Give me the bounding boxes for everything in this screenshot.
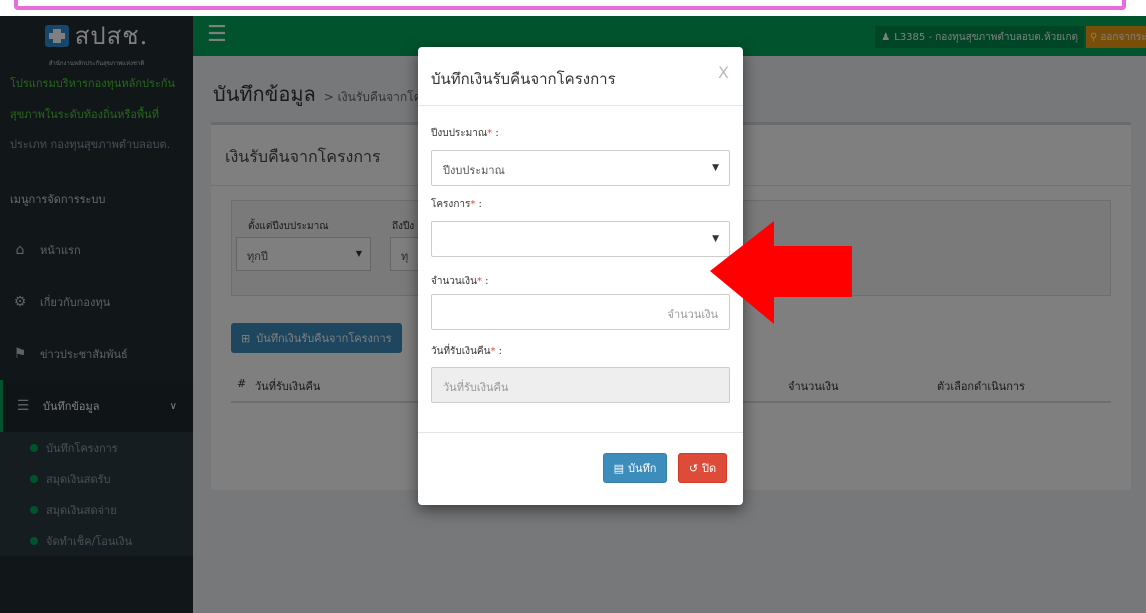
project-label: โครงการ* : (431, 199, 482, 210)
modal-title: บันทึกเงินรับคืนจากโครงการ (431, 70, 616, 88)
date-placeholder: วันที่รับเงินคืน (443, 381, 509, 394)
floppy-icon: ▤ (613, 461, 624, 475)
amount-input[interactable]: จำนวนเงิน (431, 294, 730, 330)
date-input[interactable]: วันที่รับเงินคืน (431, 367, 730, 403)
caret-down-icon: ▼ (712, 163, 719, 173)
fiscal-year-label: ปีงบประมาณ* : (431, 128, 499, 139)
project-select[interactable]: ▼ (431, 221, 730, 257)
save-button[interactable]: ▤ บันทึก (603, 453, 667, 483)
refund-modal: บันทึกเงินรับคืนจากโครงการ X ปีงบประมาณ*… (418, 47, 743, 505)
close-label: ปิด (702, 462, 717, 475)
modal-header: บันทึกเงินรับคืนจากโครงการ X (418, 47, 743, 106)
annotation-box (14, 0, 1126, 10)
amount-label: จำนวนเงิน* : (431, 276, 489, 287)
undo-icon: ↺ (688, 461, 699, 475)
fiscal-year-select[interactable]: ปีงบประมาณ ▼ (431, 150, 730, 186)
save-label: บันทึก (627, 462, 657, 475)
red-arrow-icon (710, 221, 852, 324)
close-icon[interactable]: X (718, 63, 729, 82)
divider (418, 432, 743, 433)
date-label: วันที่รับเงินคืน* : (431, 346, 502, 357)
close-button[interactable]: ↺ ปิด (678, 453, 727, 483)
fiscal-year-value: ปีงบประมาณ (443, 164, 505, 177)
